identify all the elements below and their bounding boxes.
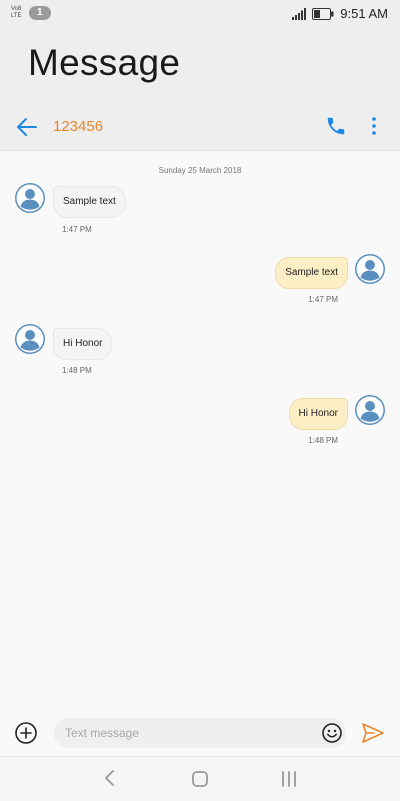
message-time: 1:48 PM	[308, 436, 338, 445]
user-avatar-icon[interactable]	[355, 395, 385, 425]
message-time: 1:47 PM	[62, 225, 92, 234]
app-header: Message 123456	[0, 28, 400, 151]
back-icon[interactable]	[100, 768, 120, 788]
contact-name: 123456	[53, 118, 104, 135]
back-arrow-icon[interactable]	[14, 114, 40, 140]
status-bar: Vo8 LTE 1 9:51 AM	[0, 0, 400, 28]
message-bubble-outgoing[interactable]: Sample text	[275, 257, 348, 289]
phone-icon[interactable]	[325, 115, 347, 137]
battery-icon	[312, 7, 334, 20]
home-icon[interactable]	[190, 769, 210, 789]
volte-indicator: Vo8 LTE	[11, 6, 23, 20]
add-circle-icon[interactable]	[14, 721, 38, 745]
recent-apps-icon[interactable]	[278, 769, 300, 789]
send-icon[interactable]	[361, 722, 385, 744]
more-vertical-icon[interactable]	[364, 115, 384, 137]
conversation-area[interactable]: Sunday 25 March 2018 Sample text 1:47 PM…	[0, 151, 400, 711]
volte-label: Vo8	[11, 6, 22, 12]
page-title: Message	[28, 42, 181, 83]
status-time: 9:51 AM	[340, 6, 388, 21]
date-separator: Sunday 25 March 2018	[158, 166, 242, 175]
message-bubble-incoming[interactable]: Sample text	[53, 186, 126, 218]
emoji-icon[interactable]	[321, 722, 343, 744]
status-left: Vo8 LTE 1	[11, 6, 51, 20]
message-bubble-outgoing[interactable]: Hi Honor	[288, 398, 348, 430]
signal-icon	[292, 7, 307, 20]
status-right: 9:51 AM	[292, 6, 388, 21]
message-input[interactable]	[54, 718, 346, 748]
message-time: 1:47 PM	[308, 295, 338, 304]
sim-badge: 1	[29, 6, 51, 20]
contact-avatar-icon[interactable]	[15, 183, 45, 213]
message-bubble-incoming[interactable]: Hi Honor	[53, 328, 113, 360]
lte-label: LTE	[11, 13, 22, 19]
message-composer	[0, 711, 400, 756]
user-avatar-icon[interactable]	[355, 254, 385, 284]
contact-avatar-icon[interactable]	[15, 324, 45, 354]
navigation-bar	[0, 756, 400, 801]
message-time: 1:48 PM	[62, 366, 92, 375]
